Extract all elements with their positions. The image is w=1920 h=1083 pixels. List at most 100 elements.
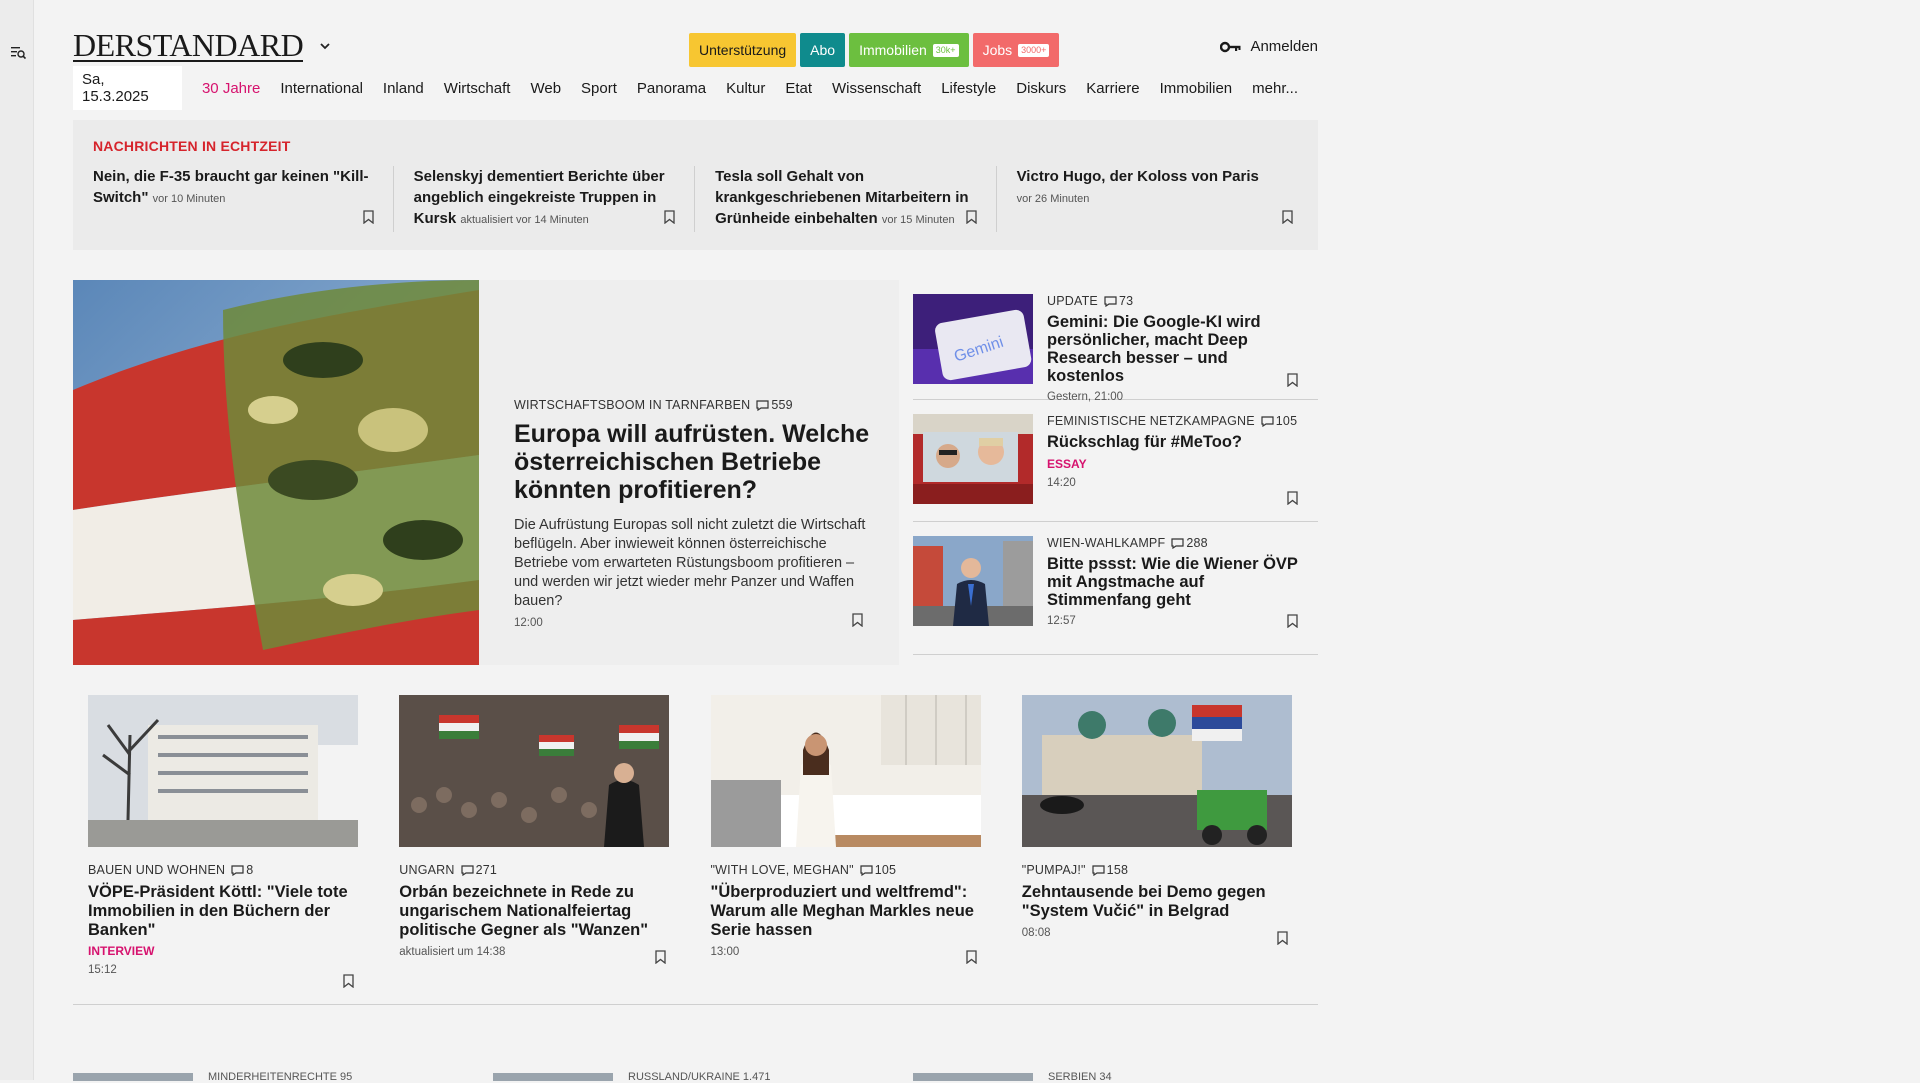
grid-kicker: UNGARN 271 xyxy=(399,863,498,877)
ticker-time: vor 15 Minuten xyxy=(881,214,955,226)
side-headline[interactable]: Gemini: Die Google-KI wird persönlicher,… xyxy=(1047,313,1307,385)
side-article[interactable]: Gemini UPDATE 73 Gemini: Die Google-KI w… xyxy=(913,280,1318,403)
hero-image-camouflage-flag[interactable] xyxy=(73,280,479,665)
side-article-text: UPDATE 73 Gemini: Die Google-KI wird per… xyxy=(1047,294,1307,403)
grid-headline[interactable]: "Überproduziert und weltfremd": Warum al… xyxy=(711,883,992,940)
comment-count[interactable]: 271 xyxy=(461,863,497,877)
jobs-count-badge: 3000+ xyxy=(1018,43,1050,57)
nav-item-kultur[interactable]: Kultur xyxy=(726,80,765,97)
bookmark-icon[interactable] xyxy=(664,210,675,224)
grid-time: 08:08 xyxy=(1021,927,1051,939)
support-button[interactable]: Unterstützung xyxy=(689,33,797,67)
real-estate-button[interactable]: Immobilien 30k+ xyxy=(849,33,969,67)
car-photo-image[interactable] xyxy=(913,414,1033,504)
nav-item-sport[interactable]: Sport xyxy=(581,80,617,97)
grid-article[interactable]: "WITH LOVE, MEGHAN" 105 "Überproduziert … xyxy=(695,695,1007,1005)
bookmark-icon[interactable] xyxy=(1282,210,1293,224)
next-kicker: MINDERHEITENRECHTE 95 xyxy=(208,1071,353,1083)
nav-item-diskurs[interactable]: Diskurs xyxy=(1016,80,1066,97)
left-sidebar xyxy=(0,0,34,1080)
grid-headline[interactable]: VÖPE-Präsident Köttl: "Viele tote Immobi… xyxy=(88,883,369,940)
current-date: Sa, 15.3.2025 xyxy=(73,66,182,110)
side-articles: Gemini UPDATE 73 Gemini: Die Google-KI w… xyxy=(913,280,1318,655)
bookmark-icon[interactable] xyxy=(1287,614,1298,628)
side-time: 14:20 xyxy=(1047,477,1076,489)
comment-count[interactable]: 73 xyxy=(1104,294,1133,308)
bookmark-icon[interactable] xyxy=(965,210,977,224)
grid-headline[interactable]: Zehntausende bei Demo gegen "System Vuči… xyxy=(1022,883,1303,921)
side-article[interactable]: FEMINISTISCHE NETZKAMPAGNE 105 Rückschla… xyxy=(913,400,1318,522)
ticker-item[interactable]: Tesla soll Gehalt von krankgeschriebenen… xyxy=(695,166,997,232)
politician-street-image[interactable] xyxy=(913,536,1033,626)
belgrade-demo-image[interactable] xyxy=(1021,695,1292,847)
ticker-headline[interactable]: Nein, die F-35 braucht gar keinen "Kill-… xyxy=(93,168,369,206)
nav-item-panorama[interactable]: Panorama xyxy=(637,80,706,97)
ticker-title: NACHRICHTEN IN ECHTZEIT xyxy=(93,138,291,154)
bookmark-icon[interactable] xyxy=(1287,373,1298,387)
crowd-flags-image[interactable] xyxy=(399,695,670,847)
comment-icon xyxy=(756,399,769,411)
bookmark-icon[interactable] xyxy=(363,210,374,224)
ticker-headline[interactable]: Victro Hugo, der Koloss von Paris xyxy=(1017,168,1259,185)
comment-count[interactable]: 288 xyxy=(1171,536,1208,550)
nav-item-wissenschaft[interactable]: Wissenschaft xyxy=(832,80,921,97)
ticker-item[interactable]: Selenskyj dementiert Berichte über angeb… xyxy=(394,166,696,232)
comment-icon xyxy=(1104,295,1117,307)
comment-icon xyxy=(860,864,873,876)
chevron-down-icon[interactable] xyxy=(319,40,331,52)
grid-article[interactable]: "PUMPAJ!" 158 Zehntausende bei Demo gege… xyxy=(1006,695,1318,1005)
login-button[interactable]: Anmelden xyxy=(1220,38,1318,55)
grid-article[interactable]: BAUEN UND WOHNEN 8 VÖPE-Präsident Köttl:… xyxy=(73,695,385,1005)
comment-count[interactable]: 105 xyxy=(1261,414,1297,428)
comment-count[interactable]: 8 xyxy=(231,863,253,877)
apartment-building-image[interactable] xyxy=(88,695,358,847)
hero-article[interactable]: WIRTSCHAFTSBOOM IN TARNFARBEN 559 Europa… xyxy=(479,280,899,665)
comment-count[interactable]: 105 xyxy=(860,863,896,877)
grid-headline[interactable]: Orbán bezeichnete in Rede zu ungarischem… xyxy=(399,883,680,940)
grid-article[interactable]: UNGARN 271 Orbán bezeichnete in Rede zu … xyxy=(384,695,696,1005)
nav-item-etat[interactable]: Etat xyxy=(785,80,812,97)
nav-item-lifestyle[interactable]: Lifestyle xyxy=(941,80,996,97)
promo-bar: Unterstützung Abo Immobilien 30k+ Jobs 300… xyxy=(689,33,1060,67)
nav-item-more[interactable]: mehr... xyxy=(1252,80,1298,97)
nav-item-immobilien[interactable]: Immobilien xyxy=(1160,80,1233,97)
site-logo[interactable]: DERSTANDARD xyxy=(73,29,304,62)
side-kicker: WIEN-WAHLKAMPF 288 xyxy=(1047,536,1208,550)
search-menu-icon[interactable] xyxy=(10,44,26,60)
nav-item-inland[interactable]: Inland xyxy=(383,80,424,97)
nav-item-international[interactable]: International xyxy=(280,80,363,97)
grid-kicker: "PUMPAJ!" 158 xyxy=(1021,863,1129,877)
nav-item-web[interactable]: Web xyxy=(530,80,561,97)
gemini-logo-image[interactable]: Gemini xyxy=(913,294,1033,384)
next-kicker: SERBIEN 34 xyxy=(1048,1071,1112,1083)
comment-icon xyxy=(231,864,244,876)
bookmark-icon[interactable] xyxy=(654,950,666,964)
hero-lead: Die Aufrüstung Europas soll nicht zuletz… xyxy=(514,517,866,609)
hero-headline[interactable]: Europa will aufrüsten. Welche österreich… xyxy=(514,420,871,504)
bookmark-icon[interactable] xyxy=(1277,931,1288,945)
ticker-item[interactable]: Nein, die F-35 braucht gar keinen "Kill-… xyxy=(93,166,394,232)
ticker-item[interactable]: Victro Hugo, der Koloss von Paris vor 26… xyxy=(997,166,1298,232)
grid-time: 13:00 xyxy=(710,946,740,958)
grid-kicker: "WITH LOVE, MEGHAN" 105 xyxy=(710,863,897,877)
subscription-button[interactable]: Abo xyxy=(800,33,846,67)
side-headline[interactable]: Rückschlag für #MeToo? xyxy=(1047,433,1307,451)
comment-count[interactable]: 158 xyxy=(1092,863,1128,877)
grid-time: 15:12 xyxy=(88,964,117,976)
side-article[interactable]: WIEN-WAHLKAMPF 288 Bitte pssst: Wie die … xyxy=(913,522,1318,655)
kitchen-woman-image[interactable] xyxy=(710,695,981,847)
bookmark-icon[interactable] xyxy=(966,950,977,964)
nav-item-30-jahre[interactable]: 30 Jahre xyxy=(202,80,260,97)
nav-item-karriere[interactable]: Karriere xyxy=(1086,80,1139,97)
side-article-text: FEMINISTISCHE NETZKAMPAGNE 105 Rückschla… xyxy=(1047,414,1307,521)
bookmark-icon[interactable] xyxy=(852,613,863,627)
bookmark-icon[interactable] xyxy=(343,974,354,988)
bookmark-icon[interactable] xyxy=(1287,491,1298,505)
side-headline[interactable]: Bitte pssst: Wie die Wiener ÖVP mit Angs… xyxy=(1047,555,1307,609)
jobs-button[interactable]: Jobs 3000+ xyxy=(972,33,1060,67)
nav-item-wirtschaft[interactable]: Wirtschaft xyxy=(444,80,511,97)
side-kicker: FEMINISTISCHE NETZKAMPAGNE 105 xyxy=(1047,414,1298,428)
article-tag: ESSAY xyxy=(1047,457,1087,471)
ticker-time: vor 10 Minuten xyxy=(152,193,226,205)
comment-count[interactable]: 559 xyxy=(756,398,793,412)
